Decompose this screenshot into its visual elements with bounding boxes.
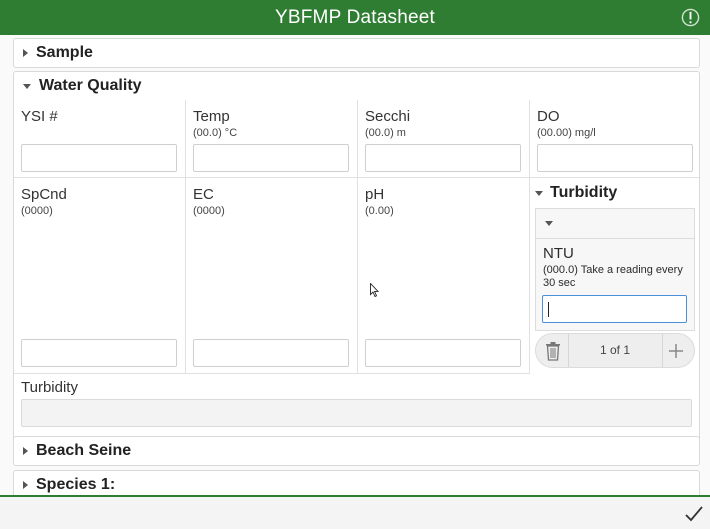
spcnd-input[interactable] [21,339,177,367]
section-species-1[interactable]: Species 1: [13,470,700,495]
chevron-right-icon [23,481,28,489]
ysi-input[interactable] [21,144,177,172]
turbidity-notes-label: Turbidity [21,379,78,396]
do-cell: DO (00.00) mg/l [530,100,699,178]
temp-input[interactable] [193,144,349,172]
chevron-down-icon [535,190,543,196]
ph-label: pH [365,186,385,203]
app-title: YBFMP Datasheet [274,6,435,28]
secchi-cell: Secchi (00.0) m [358,100,530,178]
pager-count: 1 of 1 [599,343,631,357]
spcnd-cell: SpCnd (0000) [14,178,186,374]
ph-input[interactable] [365,339,521,367]
secchi-input[interactable] [365,144,521,172]
temp-label: Temp [193,108,230,125]
chevron-right-icon [23,49,28,57]
secchi-hint: (00.0) m [365,127,406,139]
pager-divider [662,334,663,367]
ec-cell: EC (0000) [186,178,358,374]
spcnd-label: SpCnd [21,186,67,203]
secchi-label: Secchi [365,108,411,125]
chevron-right-icon [23,447,28,455]
turbidity-group-label: Turbidity [550,184,618,201]
ntu-panel: NTU (000.0) Take a reading every 30 sec [535,239,695,331]
ph-hint: (0.00) [365,205,394,217]
turbidity-group-header[interactable]: Turbidity [535,184,617,202]
section-water-quality-label: Water Quality [39,77,142,94]
temp-cell: Temp (00.0) °C [186,100,358,178]
section-beach-seine[interactable]: Beach Seine [13,436,700,466]
ec-label: EC [193,186,214,203]
spcnd-hint: (0000) [21,205,53,217]
ntu-hint: (000.0) Take a reading every 30 sec [543,264,683,289]
text-cursor [548,302,549,317]
ph-cell: pH (0.00) [358,178,530,374]
section-species-1-label: Species 1: [36,476,116,493]
bottom-toolbar [0,495,710,529]
section-sample-label: Sample [36,44,93,61]
form-content: Sample Water Quality YSI # Temp (00.0) °… [0,35,710,495]
ec-hint: (0000) [193,205,225,217]
ysi-cell: YSI # [14,100,186,178]
temp-hint: (00.0) °C [193,127,238,139]
turbidity-notes-input[interactable] [21,399,692,427]
section-water-quality[interactable]: Water Quality [13,71,700,101]
title-bar: YBFMP Datasheet [0,0,710,35]
turbidity-group: Turbidity NTU (000.0) Take a reading eve… [535,184,696,368]
do-label: DO [537,108,560,125]
mouse-pointer-icon [370,283,380,298]
do-input[interactable] [537,144,693,172]
section-beach-seine-label: Beach Seine [36,442,132,459]
repeat-pager: 1 of 1 [535,333,695,368]
chevron-down-icon [545,221,553,226]
ysi-label: YSI # [21,108,58,125]
exclamation-icon[interactable] [681,8,700,27]
turbidity-entry-header[interactable] [535,208,695,239]
water-quality-body: YSI # Temp (00.0) °C Secchi (00.0) m DO … [13,100,700,444]
ntu-label: NTU [543,245,574,262]
do-hint: (00.00) mg/l [537,127,596,139]
section-sample[interactable]: Sample [13,38,700,68]
ec-input[interactable] [193,339,349,367]
trash-icon[interactable] [542,340,564,362]
plus-icon[interactable] [666,341,686,361]
checkmark-icon[interactable] [684,504,704,524]
pager-divider [568,334,569,367]
ntu-input[interactable] [542,295,687,323]
chevron-down-icon [23,83,31,89]
